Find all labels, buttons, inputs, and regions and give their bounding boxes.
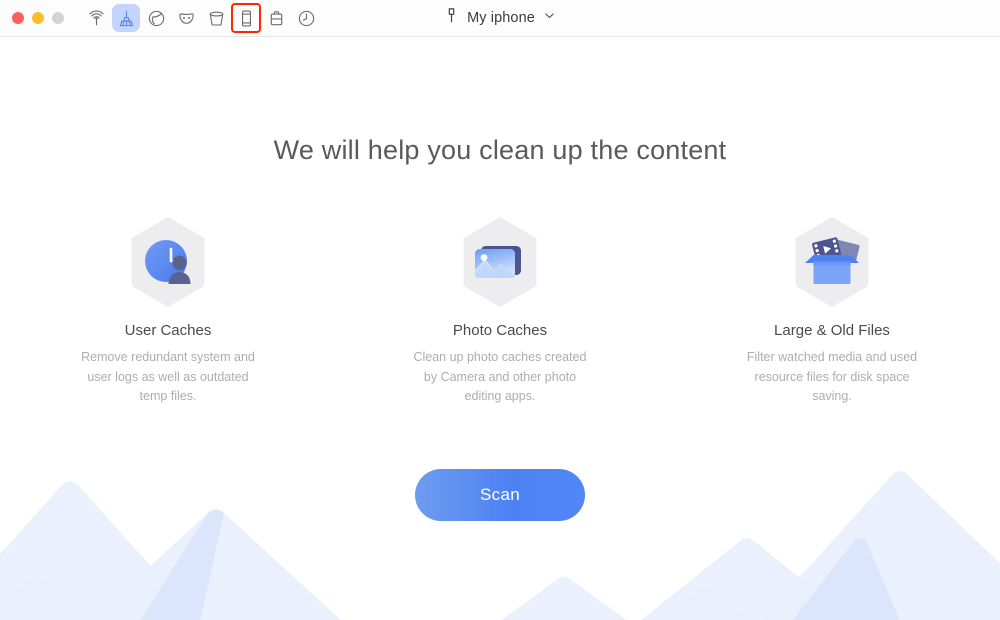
- feature-title: Large & Old Files: [774, 322, 890, 339]
- close-button[interactable]: [12, 12, 24, 24]
- toolbar-item-uninstaller[interactable]: [202, 4, 230, 32]
- feature-list: User Caches Remove redundant system and …: [0, 214, 1000, 407]
- feature-description: Filter watched media and used resource f…: [746, 350, 918, 403]
- feature-description: Remove redundant system and user logs as…: [81, 350, 255, 403]
- wifi-signal-icon: [87, 9, 106, 28]
- feature-photo-caches: Photo Caches Clean up photo caches creat…: [402, 214, 598, 407]
- media-box-hexagon-icon: [787, 214, 877, 310]
- feature-title: Photo Caches: [452, 322, 548, 339]
- clock-history-icon: [297, 9, 316, 28]
- minimize-button[interactable]: [32, 12, 44, 24]
- app-window: My iphone We will help you clean up the …: [0, 0, 1000, 620]
- toolbar-item-device-cleaner[interactable]: [231, 3, 261, 33]
- feature-user-caches: User Caches Remove redundant system and …: [70, 214, 266, 407]
- scan-button-container: Scan: [0, 468, 1000, 521]
- toolbar-item-history[interactable]: [292, 4, 320, 32]
- traffic-lights: [0, 12, 64, 24]
- circle-slash-icon: [147, 9, 166, 28]
- feature-large-old-files: Large & Old Files Filter watched media a…: [734, 214, 930, 407]
- chevron-down-icon[interactable]: [543, 9, 556, 27]
- device-selector[interactable]: My iphone: [444, 7, 556, 29]
- user-clock-hexagon-icon: [123, 214, 213, 310]
- page-title: We will help you clean up the content: [273, 135, 727, 165]
- trash-bin-icon: [207, 9, 226, 28]
- zoom-button[interactable]: [52, 12, 64, 24]
- briefcase-icon: [267, 9, 286, 28]
- usb-connector-icon: [444, 7, 459, 29]
- toolbar-item-toolkit[interactable]: [262, 4, 290, 32]
- feature-description: Clean up photo caches created by Camera …: [413, 350, 587, 403]
- toolbar-item-privacy[interactable]: [172, 4, 200, 32]
- photo-hexagon-icon: [455, 214, 545, 310]
- toolbar-item-duplicate-finder[interactable]: [142, 4, 170, 32]
- mask-icon: [177, 9, 196, 28]
- scan-button[interactable]: Scan: [415, 468, 585, 521]
- toolbar: [82, 3, 320, 33]
- toolbar-item-cleaner[interactable]: [112, 4, 140, 32]
- phone-icon: [237, 9, 256, 28]
- toolbar-item-status-monitor[interactable]: [82, 4, 110, 32]
- titlebar: My iphone: [0, 0, 1000, 37]
- device-name-label: My iphone: [467, 10, 535, 26]
- feature-title: User Caches: [124, 322, 212, 339]
- broom-icon: [117, 9, 136, 28]
- main-content: We will help you clean up the content Us…: [0, 37, 1000, 620]
